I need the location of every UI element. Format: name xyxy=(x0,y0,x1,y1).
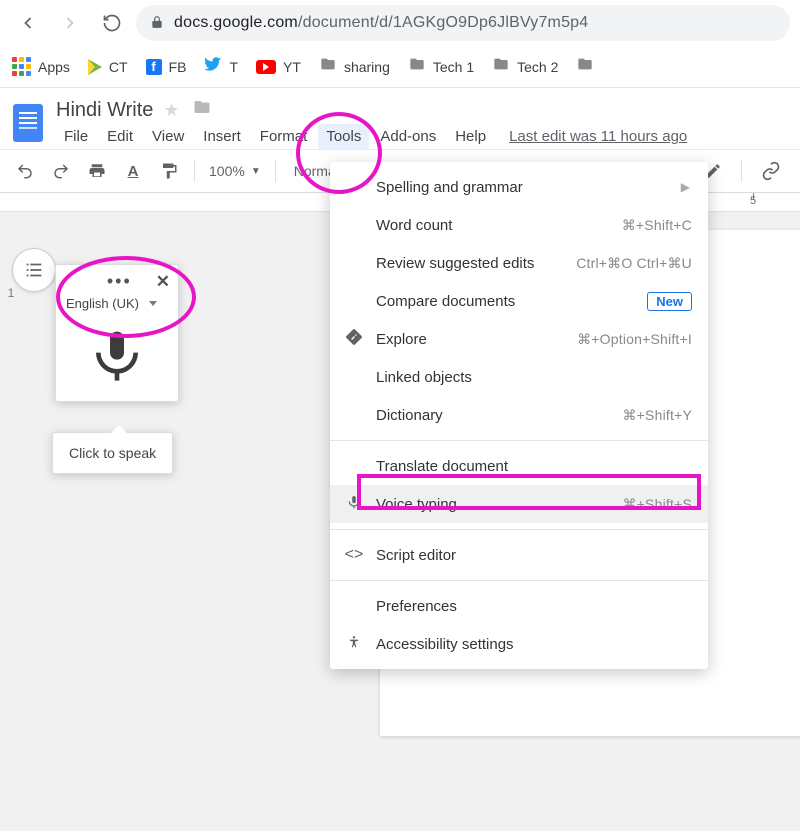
last-edit-link[interactable]: Last edit was 11 hours ago xyxy=(509,128,687,145)
voice-widget-close[interactable]: ✕ xyxy=(156,272,170,292)
menu-file[interactable]: File xyxy=(56,124,96,149)
voice-widget-options[interactable]: ••• xyxy=(107,271,132,292)
vertical-ruler-number: 1 xyxy=(0,286,22,300)
menu-item-accessibility[interactable]: Accessibility settings xyxy=(330,625,708,663)
shortcut: ⌘+Shift+S xyxy=(622,496,692,513)
shortcut: ⌘+Shift+Y xyxy=(622,407,692,424)
bookmark-twitter[interactable]: T xyxy=(204,55,238,78)
code-icon: <> xyxy=(344,546,364,564)
bookmark-folder-more[interactable] xyxy=(576,56,594,77)
shortcut: ⌘+Shift+C xyxy=(622,217,692,234)
url-text: docs.google.com/document/d/1AGKgO9Dp6JlB… xyxy=(174,14,588,32)
bookmark-ct[interactable]: CT xyxy=(88,59,128,75)
spellcheck-button[interactable]: A xyxy=(118,156,148,186)
tools-menu-dropdown: Spelling and grammar ▶ Word count ⌘+Shif… xyxy=(330,162,708,669)
menu-format[interactable]: Format xyxy=(252,124,316,149)
menu-insert[interactable]: Insert xyxy=(195,124,249,149)
voice-tooltip: Click to speak xyxy=(52,432,173,474)
voice-typing-widget: ••• ✕ English (UK) xyxy=(55,264,179,402)
forward-button[interactable] xyxy=(52,5,88,41)
twitter-icon xyxy=(204,55,222,78)
menu-help[interactable]: Help xyxy=(447,124,494,149)
docs-header: Hindi Write ★ File Edit View Insert Form… xyxy=(0,88,800,149)
ct-icon xyxy=(88,59,102,75)
docs-icon xyxy=(13,104,43,142)
bookmark-fb[interactable]: f FB xyxy=(146,59,187,75)
paint-format-button[interactable] xyxy=(154,156,184,186)
bookmark-folder-tech1[interactable]: Tech 1 xyxy=(408,56,474,77)
menu-item-dictionary[interactable]: Dictionary ⌘+Shift+Y xyxy=(330,396,708,434)
voice-language-label: English (UK) xyxy=(66,296,139,311)
back-button[interactable] xyxy=(10,5,46,41)
menu-edit[interactable]: Edit xyxy=(99,124,141,149)
folder-icon xyxy=(408,56,426,77)
insert-link-button[interactable] xyxy=(756,156,786,186)
reload-button[interactable] xyxy=(94,5,130,41)
folder-icon xyxy=(576,56,594,77)
menu-separator xyxy=(330,440,708,441)
menu-item-translate[interactable]: Translate document xyxy=(330,447,708,485)
bookmark-label: FB xyxy=(169,59,187,75)
shortcut: ⌘+Option+Shift+I xyxy=(577,331,692,348)
folder-icon xyxy=(492,56,510,77)
youtube-icon xyxy=(256,60,276,74)
address-bar[interactable]: docs.google.com/document/d/1AGKgO9Dp6JlB… xyxy=(136,5,790,41)
ruler-number: 5 xyxy=(750,195,756,207)
bookmark-label: YT xyxy=(283,59,301,75)
new-badge: New xyxy=(647,292,692,311)
print-button[interactable] xyxy=(82,156,112,186)
lock-icon xyxy=(150,15,164,32)
apps-shortcut[interactable]: Apps xyxy=(12,57,70,76)
bookmark-label: Tech 1 xyxy=(433,59,474,75)
bookmark-label: sharing xyxy=(344,59,390,75)
bookmark-folder-sharing[interactable]: sharing xyxy=(319,56,390,77)
apps-label: Apps xyxy=(38,59,70,75)
bookmark-yt[interactable]: YT xyxy=(256,59,301,75)
explore-icon xyxy=(344,329,364,350)
menu-item-explore[interactable]: Explore ⌘+Option+Shift+I xyxy=(330,320,708,358)
menu-item-compare[interactable]: Compare documents New xyxy=(330,282,708,320)
bookmark-label: T xyxy=(229,59,238,75)
voice-mic-button[interactable] xyxy=(56,317,178,401)
document-title[interactable]: Hindi Write xyxy=(56,99,153,122)
docs-logo[interactable] xyxy=(8,98,48,148)
menu-item-spelling[interactable]: Spelling and grammar ▶ xyxy=(330,168,708,206)
mic-icon xyxy=(344,495,364,514)
zoom-dropdown[interactable]: 100%▼ xyxy=(205,163,265,179)
browser-toolbar: docs.google.com/document/d/1AGKgO9Dp6JlB… xyxy=(0,0,800,46)
apps-icon xyxy=(12,57,31,76)
menu-item-review[interactable]: Review suggested edits Ctrl+⌘O Ctrl+⌘U xyxy=(330,244,708,282)
shortcut: Ctrl+⌘O Ctrl+⌘U xyxy=(576,255,692,272)
star-icon[interactable]: ★ xyxy=(163,100,179,121)
menu-item-wordcount[interactable]: Word count ⌘+Shift+C xyxy=(330,206,708,244)
bookmark-label: Tech 2 xyxy=(517,59,558,75)
bookmark-folder-tech2[interactable]: Tech 2 xyxy=(492,56,558,77)
menu-item-preferences[interactable]: Preferences xyxy=(330,587,708,625)
undo-button[interactable] xyxy=(10,156,40,186)
menu-addons[interactable]: Add-ons xyxy=(372,124,444,149)
bookmark-label: CT xyxy=(109,59,128,75)
facebook-icon: f xyxy=(146,59,162,75)
submenu-arrow-icon: ▶ xyxy=(681,180,690,194)
menu-view[interactable]: View xyxy=(144,124,192,149)
accessibility-icon xyxy=(344,635,364,654)
move-folder-icon[interactable] xyxy=(192,98,212,122)
bookmark-bar: Apps CT f FB T YT sharing Tech 1 Tech 2 xyxy=(0,46,800,88)
folder-icon xyxy=(319,56,337,77)
redo-button[interactable] xyxy=(46,156,76,186)
menu-item-voice-typing[interactable]: Voice typing ⌘+Shift+S xyxy=(330,485,708,523)
voice-language-selector[interactable]: English (UK) xyxy=(56,294,178,317)
menu-bar: File Edit View Insert Format Tools Add-o… xyxy=(56,124,687,149)
menu-item-script-editor[interactable]: <> Script editor xyxy=(330,536,708,574)
menu-tools[interactable]: Tools xyxy=(318,124,369,149)
menu-item-linked[interactable]: Linked objects xyxy=(330,358,708,396)
menu-separator xyxy=(330,529,708,530)
menu-separator xyxy=(330,580,708,581)
